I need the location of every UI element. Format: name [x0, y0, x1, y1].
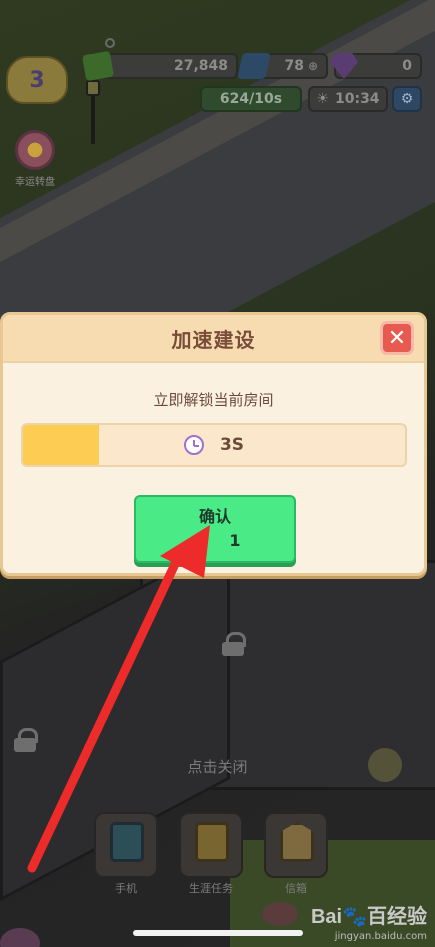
- energy-icon: [237, 53, 271, 79]
- add-energy-icon[interactable]: ⊕: [308, 59, 318, 73]
- phone-icon: [110, 822, 144, 862]
- dock-mailbox-label: 信箱: [285, 882, 307, 895]
- dialog-header: 加速建设: [3, 315, 424, 363]
- room-lock-icon[interactable]: [14, 728, 38, 752]
- dock-phone-label: 手机: [115, 882, 137, 895]
- dialog-subtitle: 立即解锁当前房间: [153, 391, 274, 409]
- confirm-label: 确认: [198, 507, 231, 526]
- dock-career-tasks-button[interactable]: 生涯任务: [179, 812, 243, 895]
- home-indicator[interactable]: [133, 930, 303, 936]
- money-icon: [81, 50, 115, 82]
- watermark-logo: Bai🐾百经验: [310, 906, 427, 928]
- gear-icon: ⚙: [400, 91, 414, 107]
- gem-counter[interactable]: 0: [330, 53, 422, 79]
- clock-icon: [183, 435, 204, 455]
- info-icon: [105, 38, 115, 48]
- dock-phone-button[interactable]: 手机: [94, 812, 158, 895]
- game-clock: ☀ 10:34: [308, 86, 388, 112]
- energy-counter[interactable]: 78 ⊕: [237, 53, 328, 79]
- speed-up-dialog: 加速建设 ✕ 立即解锁当前房间 3S 确认 1: [0, 312, 427, 576]
- clock-value: 10:34: [334, 91, 380, 107]
- room-lock-icon[interactable]: [222, 632, 246, 656]
- lucky-wheel-icon: [15, 130, 55, 170]
- streetlamp: [86, 80, 104, 146]
- dialog-title: 加速建设: [171, 327, 256, 352]
- player-level-badge[interactable]: 3: [6, 56, 68, 104]
- baidu-watermark: Bai🐾百经验 jingyan.baidu.com: [311, 900, 427, 942]
- energy-value: 78: [284, 58, 304, 74]
- player-level: 3: [29, 67, 45, 93]
- watermark-url: jingyan.baidu.com: [334, 931, 427, 942]
- flower-decoration: [262, 902, 298, 926]
- build-progress-bar: 3S: [21, 423, 407, 467]
- lucky-wheel-button[interactable]: 幸运转盘: [8, 130, 62, 188]
- sun-icon: ☀: [316, 91, 329, 107]
- mail-icon: [280, 822, 314, 862]
- bottom-dock: 手机 生涯任务 信箱: [94, 812, 334, 895]
- gem-value: 0: [402, 58, 412, 74]
- money-counter: 27,848: [81, 50, 238, 82]
- close-button[interactable]: ✕: [380, 321, 414, 355]
- confirm-cost: 1: [229, 531, 241, 550]
- settings-button[interactable]: ⚙: [392, 86, 422, 112]
- lucky-wheel-label: 幸运转盘: [15, 177, 55, 188]
- money-value: 27,848: [173, 58, 228, 74]
- close-icon: ✕: [387, 325, 407, 351]
- dock-mailbox-button[interactable]: 信箱: [264, 812, 328, 895]
- gem-icon: [330, 53, 358, 79]
- income-value: 624/10s: [219, 91, 283, 107]
- income-rate: 624/10s: [200, 86, 302, 112]
- remaining-time: 3S: [219, 435, 245, 455]
- confirm-button[interactable]: 确认 1: [134, 495, 296, 563]
- dock-career-tasks-label: 生涯任务: [189, 882, 233, 895]
- tap-to-close-hint[interactable]: 点击关闭: [0, 756, 435, 777]
- task-icon: [195, 822, 229, 862]
